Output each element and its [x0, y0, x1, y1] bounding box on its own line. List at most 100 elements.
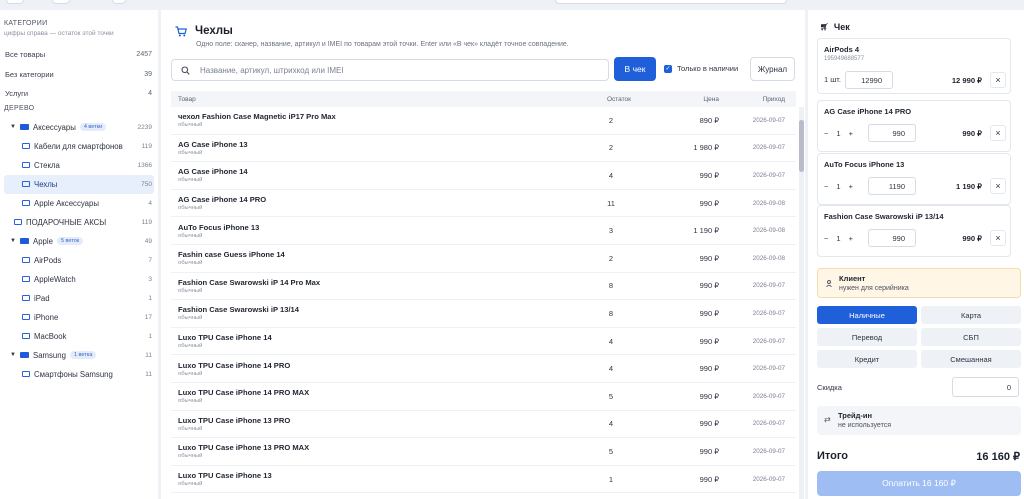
tree-item[interactable]: ▼ Samsung 1 ветка 11 [4, 346, 154, 365]
payment-cash-button[interactable]: Наличные [817, 306, 917, 324]
price-field[interactable]: 990 [868, 229, 916, 247]
tree-item-label: Смартфоны Samsung [34, 369, 113, 379]
add-to-check-button[interactable]: В чек [614, 57, 656, 81]
tree-item[interactable]: AirPods 7 [4, 251, 154, 270]
in-stock-checkbox[interactable]: ✓ [664, 64, 672, 73]
journal-button[interactable]: Журнал [750, 57, 795, 81]
product-type: обычный [178, 260, 203, 267]
page-title: Чехлы [195, 25, 233, 37]
payment-sbp-button[interactable]: СБП [921, 328, 1021, 346]
tree-item[interactable]: Кабели для смартфонов 119 [4, 137, 154, 156]
folder-icon [22, 200, 30, 206]
table-row[interactable]: Luxo TPU Case iPhone 13 PRO обычный 4 990 ₽… [171, 411, 796, 439]
tree-item[interactable]: ▼ Аксессуары 4 ветки 2239 [4, 118, 154, 137]
tree-item-count: 11 [145, 351, 152, 359]
client-selector[interactable]: Клиент нужен для серийника [817, 268, 1021, 298]
table-row[interactable]: AG Case iPhone 13 обычный 2 1 980 ₽ 2026-09-… [171, 135, 796, 163]
chevron-down-icon[interactable]: ▼ [10, 352, 18, 358]
table-row[interactable]: чехол Fashion Case Magnetic iP17 Pro Max… [171, 107, 796, 135]
table-row[interactable]: Luxo TPU Case iPhone 13 обычный 1 990 ₽ 2026… [171, 466, 796, 494]
receipt-item-sum: 990 ₽ [962, 129, 982, 138]
payment-credit-button[interactable]: Кредит [817, 350, 917, 368]
qty-increase-button[interactable]: + [849, 129, 853, 138]
col-name[interactable]: Товар [171, 96, 591, 103]
cell-name: Fashin case Guess iPhone 14 обычный [171, 250, 591, 266]
cell-stock: 11 [607, 198, 615, 208]
col-stock[interactable]: Остаток [591, 96, 631, 103]
table-row[interactable]: Fashion Case Swarowski iP 14 Pro Max обыч… [171, 273, 796, 301]
receipt-title: Чек [833, 22, 850, 32]
cell-stock: 4 [608, 364, 614, 374]
chevron-down-icon[interactable]: ▼ [10, 124, 18, 130]
payment-transfer-button[interactable]: Перевод [817, 328, 917, 346]
pay-button[interactable]: Оплатить 16 160 ₽ [817, 471, 1021, 496]
tree-item[interactable]: ПОДАРОЧНЫЕ АКСЫ 119 [4, 213, 154, 232]
cell-stock: 2 [608, 115, 614, 125]
col-price[interactable]: Цена [631, 96, 719, 103]
qty-increase-button[interactable]: + [849, 182, 853, 191]
sidebar-item-uncategorized[interactable]: Без категории 39 [4, 65, 154, 85]
table-row[interactable]: Luxo TPU Case iPhone 14 обычный 4 990 ₽ 2026… [171, 328, 796, 356]
cell-date: 2026-09-07 [752, 309, 785, 317]
price-field[interactable]: 990 [868, 124, 916, 142]
discount-input[interactable]: 0 [952, 377, 1019, 397]
folder-icon [22, 276, 30, 282]
qty-increase-button[interactable]: + [849, 234, 853, 243]
table-row[interactable]: Luxo TPU Case iPhone 13 PRO MAX обычный 5 9… [171, 438, 796, 466]
table-row[interactable]: Luxo TPU Case iPhone 14 PRO обычный 4 990 ₽… [171, 355, 796, 383]
tree-item-count: 49 [144, 237, 152, 245]
top-button[interactable] [6, 0, 24, 4]
qty-decrease-button[interactable]: − [824, 182, 828, 191]
remove-item-button[interactable]: × [990, 230, 1006, 246]
col-arrival[interactable]: Приход [719, 96, 789, 103]
top-button[interactable] [112, 0, 126, 4]
scrollbar-thumb[interactable] [799, 120, 804, 172]
tree-item[interactable]: iPhone 17 [4, 308, 154, 327]
cell-price: 990 ₽ [699, 281, 719, 291]
qty-decrease-button[interactable]: − [824, 234, 828, 243]
table-row[interactable]: AG Case iPhone 14 PRO обычный 11 990 ₽ 2026-… [171, 190, 796, 218]
sidebar-item-all[interactable]: Все товары 2457 [4, 45, 154, 65]
tree-item[interactable]: Apple Аксессуары 4 [4, 194, 154, 213]
receipt-item-name: AG Case iPhone 14 PRO [824, 107, 912, 116]
cell-name: AG Case iPhone 13 обычный [171, 140, 591, 156]
receipt-item-sum: 12 990 ₽ [951, 76, 982, 85]
remove-item-button[interactable]: × [990, 125, 1006, 141]
category-tree: ▼ Аксессуары 4 ветки 2239 Кабели для смартфо… [4, 118, 154, 384]
tree-item[interactable]: MacBook 1 [4, 327, 154, 346]
chevron-down-icon[interactable]: ▼ [10, 238, 18, 244]
remove-item-button[interactable]: × [990, 72, 1006, 88]
table-row[interactable]: AG Case iPhone 14 обычный 4 990 ₽ 2026-09-07 [171, 162, 796, 190]
sidebar-item-services[interactable]: Услуги 4 [4, 84, 154, 104]
top-button[interactable] [52, 0, 70, 4]
tree-item[interactable]: ▼ Apple 5 веток 49 [4, 232, 154, 251]
payment-card-button[interactable]: Карта [921, 306, 1021, 324]
tradein-selector[interactable]: ⇄ Трейд-ин не используется [817, 406, 1021, 435]
tree-item[interactable]: AppleWatch 3 [4, 270, 154, 289]
tree-item[interactable]: Стекла 1366 [4, 156, 154, 175]
remove-item-button[interactable]: × [990, 178, 1006, 194]
price-field[interactable]: 12990 [845, 71, 893, 89]
product-type: обычный [178, 481, 203, 488]
in-stock-toggle[interactable]: ✓ Только в наличии [664, 64, 738, 73]
cart-icon: 🛒︎ [820, 24, 829, 31]
table-row[interactable]: Fashin case Guess iPhone 14 обычный 2 990 ₽… [171, 245, 796, 273]
client-note: нужен для серийника [839, 285, 909, 292]
table-row[interactable]: AuTo Focus iPhone 13 обычный 3 1 190 ₽ 2026-… [171, 217, 796, 245]
payment-mixed-button[interactable]: Смешанная [921, 350, 1021, 368]
search-input[interactable]: Название, артикул, штрихкод или IMEI [171, 59, 609, 81]
branch-count-badge: 1 ветка [69, 351, 97, 359]
tree-item[interactable]: Чехлы 750 [4, 174, 154, 194]
top-search[interactable] [555, 0, 787, 4]
tree-item-label: Apple [33, 236, 53, 246]
tree-item[interactable]: iPad 1 [4, 289, 154, 308]
swap-icon: ⇄ [824, 415, 831, 424]
tree-item-label: Аксессуары [33, 122, 76, 132]
qty-decrease-button[interactable]: − [824, 129, 828, 138]
table-row[interactable]: Luxo TPU Case iPhone 14 PRO MAX обычный 5 9… [171, 383, 796, 411]
branch-count-badge: 5 веток [56, 237, 84, 245]
price-field[interactable]: 1190 [868, 177, 916, 195]
tree-item[interactable]: Смартфоны Samsung 11 [4, 365, 154, 384]
table-row[interactable]: Fashion Case Swarowski iP 13/14 обычный 8 9… [171, 300, 796, 328]
folder-icon [20, 238, 29, 244]
